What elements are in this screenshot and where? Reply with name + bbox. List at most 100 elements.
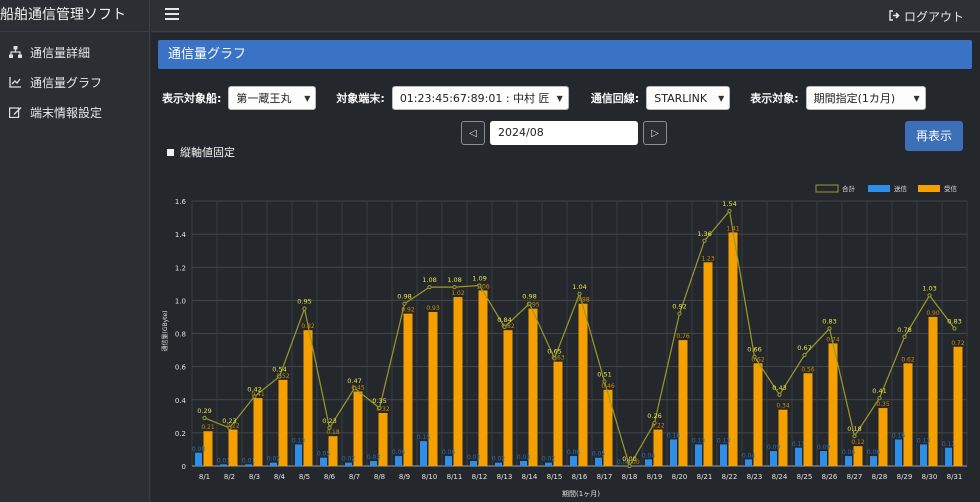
send-data-label: 0.02 (492, 456, 506, 463)
triangle-right-icon: ▷ (651, 127, 659, 139)
total-point (277, 374, 282, 379)
send-data-label: 0.01 (217, 457, 231, 464)
send-data-label: 0.03 (517, 454, 531, 461)
recv-bar (453, 297, 463, 466)
recv-bar (578, 303, 588, 466)
total-data-label: 0.54 (272, 366, 286, 374)
total-point (227, 425, 232, 431)
send-data-label: 0.04 (642, 452, 656, 459)
total-point (802, 352, 807, 358)
terminal-select-value: 01:23:45:67:89:01 : 中村 匠 (399, 92, 550, 105)
total-data-label: 0.26 (647, 412, 661, 420)
ship-select[interactable]: 第一蔵王丸 ▼ (228, 86, 317, 110)
total-data-label: 0.51 (597, 371, 611, 379)
total-point (602, 379, 607, 384)
send-bar (845, 456, 852, 466)
legend-swatch-send (868, 185, 890, 192)
send-data-label: 0.02 (342, 456, 356, 463)
total-point (477, 283, 482, 288)
target-select[interactable]: 期間指定(1カ月) ▼ (805, 86, 926, 110)
fix-axis-checkbox[interactable] (167, 148, 174, 156)
edit-icon (8, 105, 22, 119)
recv-bar (553, 361, 563, 466)
y-tick-label: 0.4 (175, 397, 187, 405)
sidebar-item-traffic-detail[interactable]: 通信量詳細 (0, 37, 149, 67)
next-month-button[interactable]: ▷ (643, 121, 667, 145)
chevron-down-icon: ▼ (718, 93, 725, 103)
line-chart-icon (8, 75, 22, 89)
total-point (702, 238, 707, 243)
x-tick-label: 8/3 (249, 473, 260, 481)
send-bar (870, 456, 877, 466)
send-bar (320, 457, 327, 466)
send-bar (945, 447, 952, 466)
x-tick-label: 8/20 (672, 473, 688, 481)
recv-bar (403, 313, 413, 466)
send-data-label: 0.09 (817, 444, 831, 451)
total-point (452, 285, 457, 290)
line-select[interactable]: STARLINK ▼ (646, 86, 731, 110)
total-data-label: 1.04 (572, 283, 586, 291)
recv-bar (653, 429, 663, 466)
x-tick-label: 8/27 (847, 473, 863, 481)
total-data-label: 0.67 (797, 344, 811, 352)
prev-month-button[interactable]: ◁ (461, 121, 485, 145)
send-data-label: 0.13 (717, 437, 731, 444)
main-content: 通信量グラフ 表示対象船: 第一蔵王丸 ▼ 対象端末: 01:23:45:67:8… (151, 33, 980, 502)
total-data-label: 0.18 (847, 425, 861, 433)
x-tick-label: 8/12 (472, 473, 488, 481)
month-input[interactable]: 2024/08 (490, 121, 638, 145)
sidebar-item-label: 通信量詳細 (30, 45, 91, 60)
total-data-label: 0.65 (547, 347, 561, 355)
recv-data-label: 0.18 (326, 429, 340, 436)
fix-axis-option[interactable]: 縦軸値固定 (167, 144, 235, 160)
recv-bar (503, 330, 513, 466)
send-bar (820, 451, 827, 466)
total-point (752, 354, 757, 359)
y-axis-title: 通信量(GByte) (161, 310, 169, 351)
recv-data-label: 0.35 (876, 401, 890, 408)
terminal-select[interactable]: 01:23:45:67:89:01 : 中村 匠 ▼ (391, 86, 569, 110)
chevron-down-icon: ▼ (556, 93, 563, 103)
send-bar (745, 459, 752, 466)
x-tick-label: 8/5 (299, 473, 310, 481)
total-point (777, 392, 782, 397)
recv-bar (528, 308, 538, 466)
y-tick-label: 0 (182, 463, 186, 471)
sidebar-item-traffic-graph[interactable]: 通信量グラフ (0, 67, 149, 97)
send-bar (270, 462, 277, 466)
recv-bar (953, 346, 963, 466)
terminal-label: 対象端末: (336, 92, 385, 105)
total-data-label: 0.84 (497, 316, 511, 324)
legend-label-recv: 受信 (944, 184, 958, 193)
sidebar-item-terminal-settings[interactable]: 端末情報設定 (0, 97, 149, 127)
total-data-label: 0.98 (397, 293, 411, 301)
send-data-label: 0.06 (567, 449, 581, 456)
sign-out-icon (889, 9, 900, 24)
logout-button[interactable]: ログアウト (889, 8, 964, 25)
x-tick-label: 8/15 (547, 473, 563, 481)
send-bar (895, 439, 902, 466)
total-data-label: 0.23 (322, 417, 336, 425)
send-data-label: 0.02 (267, 456, 281, 463)
x-tick-label: 8/6 (324, 473, 336, 481)
recv-bar (703, 262, 713, 466)
recv-bar (778, 409, 788, 466)
total-point (877, 395, 882, 401)
total-point (252, 394, 257, 399)
total-point (502, 324, 507, 329)
send-bar (195, 452, 202, 466)
x-tick-label: 8/4 (274, 473, 286, 481)
total-data-label: 0.00 (622, 455, 636, 463)
hamburger-menu-icon[interactable] (165, 8, 179, 22)
send-data-label: 0.05 (317, 451, 331, 458)
send-bar (220, 464, 227, 466)
redisplay-button[interactable]: 再表示 (905, 121, 963, 151)
recv-bar (253, 398, 263, 466)
recv-data-label: 1.02 (451, 290, 465, 297)
recv-data-label: 1.23 (701, 255, 715, 262)
send-bar (470, 461, 477, 466)
total-data-label: 0.41 (872, 387, 886, 395)
recv-data-label: 0.72 (951, 340, 965, 347)
traffic-chart: 0 0.2 0.4 0.6 0.8 1.0 1.2 1.4 1.6 0.08 0.21 8/1 0.01… (161, 184, 968, 498)
